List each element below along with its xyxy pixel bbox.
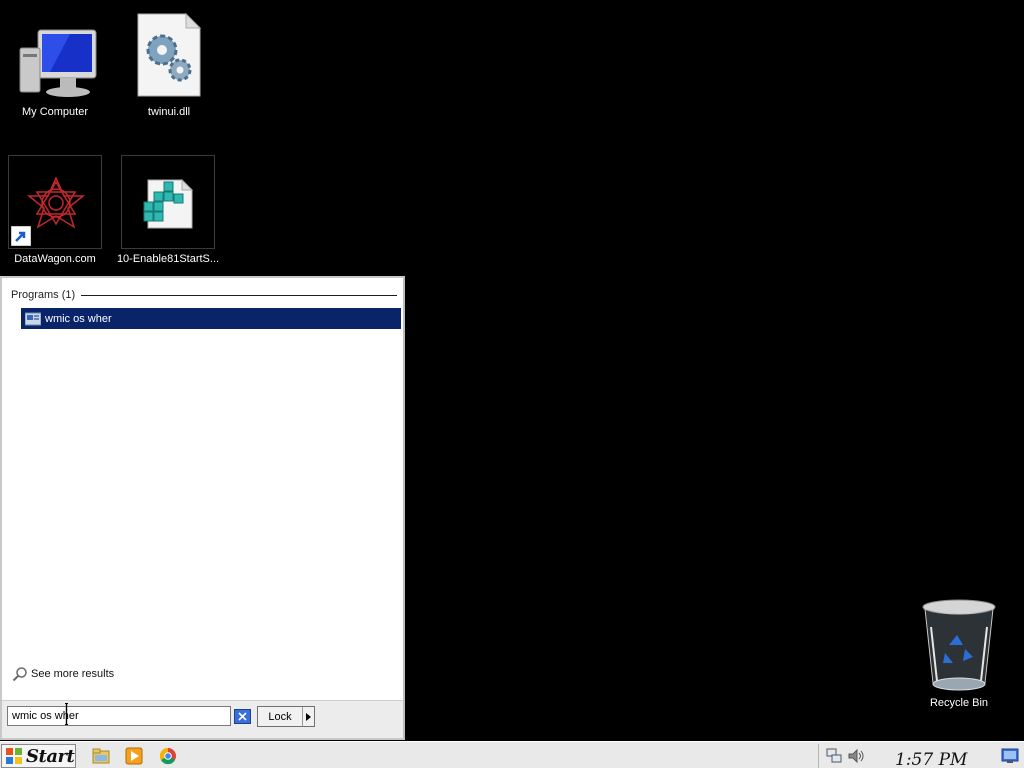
desktop-icon-label: twinui.dll bbox=[147, 106, 191, 118]
clock[interactable]: 1:57 PM bbox=[895, 750, 967, 768]
desktop-icon-label: DataWagon.com bbox=[14, 253, 96, 265]
media-player-icon[interactable] bbox=[125, 747, 143, 765]
see-more-label: See more results bbox=[31, 668, 115, 680]
registry-file-icon bbox=[143, 178, 194, 229]
file-explorer-icon[interactable] bbox=[92, 747, 110, 765]
start-menu: Programs (1) wmic os wher See more resul… bbox=[0, 276, 405, 740]
search-result-item[interactable]: wmic os wher bbox=[21, 308, 401, 329]
start-label: Start bbox=[26, 745, 75, 767]
system-tray: 1:57 PM bbox=[818, 744, 1024, 768]
desktop-icon-label: My Computer bbox=[21, 106, 89, 118]
computer-icon bbox=[19, 29, 97, 97]
file-tile bbox=[121, 155, 215, 249]
gear-file-icon bbox=[137, 12, 202, 97]
clear-search-button[interactable] bbox=[234, 709, 251, 724]
see-more-results-link[interactable]: See more results bbox=[12, 666, 114, 682]
show-desktop-icon[interactable] bbox=[1001, 747, 1019, 765]
shortcut-tile bbox=[8, 155, 102, 249]
power-options-arrow-button[interactable] bbox=[302, 707, 314, 726]
desktop-icon-my-computer[interactable]: My Computer bbox=[0, 12, 110, 118]
desktop-icon-reg-file[interactable]: 10-Enable81StartS... bbox=[113, 155, 223, 265]
desktop-icon-label: 10-Enable81StartS... bbox=[116, 253, 220, 265]
shortcut-arrow-icon bbox=[11, 226, 31, 246]
program-icon bbox=[25, 312, 41, 325]
volume-icon[interactable] bbox=[847, 747, 865, 765]
desktop-icon-label: Recycle Bin bbox=[929, 697, 989, 709]
taskbar: Start 1:57 PM bbox=[0, 741, 1024, 768]
windows-logo-icon bbox=[6, 748, 22, 764]
search-strip: wmic os wher Lock bbox=[2, 700, 403, 738]
lock-button-label: Lock bbox=[268, 710, 292, 723]
programs-group-header: Programs (1) bbox=[11, 288, 397, 302]
recycle-bin-icon bbox=[922, 599, 996, 691]
start-search-input[interactable]: wmic os wher bbox=[7, 706, 231, 726]
programs-header-label: Programs (1) bbox=[11, 289, 76, 301]
desktop-icon-twinui[interactable]: twinui.dll bbox=[114, 12, 224, 118]
magnifier-icon bbox=[12, 667, 27, 682]
desktop-icon-recycle-bin[interactable]: Recycle Bin bbox=[904, 597, 1014, 709]
text-cursor-icon bbox=[65, 703, 68, 725]
lock-button[interactable]: Lock bbox=[257, 706, 315, 727]
close-icon bbox=[238, 712, 247, 721]
header-divider bbox=[81, 294, 397, 296]
search-result-label: wmic os wher bbox=[45, 312, 112, 325]
chevron-right-icon bbox=[306, 712, 311, 721]
start-button[interactable]: Start bbox=[1, 744, 76, 768]
desktop-icon-datawagon[interactable]: DataWagon.com bbox=[0, 155, 110, 265]
network-icon[interactable] bbox=[825, 747, 843, 765]
chrome-icon[interactable] bbox=[159, 747, 177, 765]
